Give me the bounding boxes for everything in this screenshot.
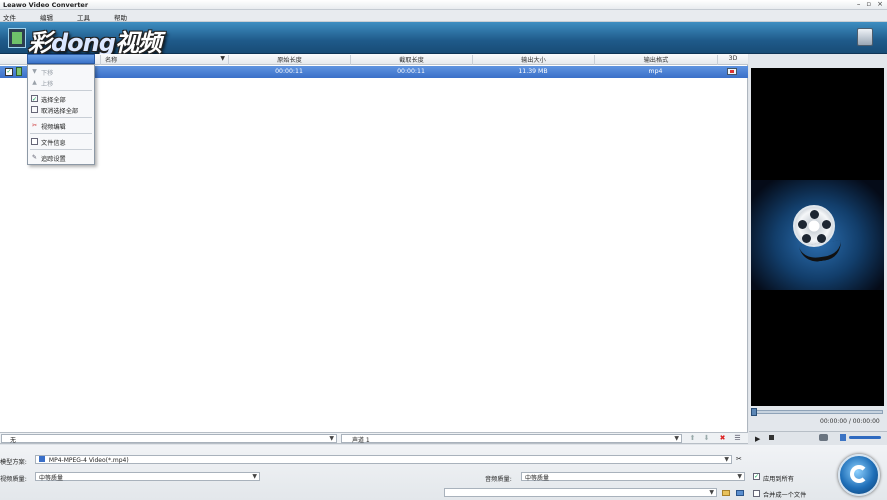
title-bar: Leawo Video Converter – ▫ × bbox=[0, 0, 887, 10]
wrench-icon: ✎ bbox=[31, 154, 38, 161]
volume-icon[interactable] bbox=[840, 434, 846, 441]
film-reel-icon bbox=[793, 205, 835, 247]
row-checkbox[interactable]: ✓ bbox=[5, 68, 13, 76]
video-file-icon bbox=[16, 67, 22, 76]
delete-icon[interactable]: ✖ bbox=[718, 434, 727, 443]
app-title: Leawo Video Converter bbox=[3, 1, 89, 9]
column-headers: 名称 ▼ 原始长度 截取长度 输出大小 输出格式 3D bbox=[0, 54, 748, 65]
menu-separator bbox=[30, 149, 92, 150]
merge-checkbox[interactable] bbox=[753, 490, 760, 497]
move-down-icon[interactable]: ⬇ bbox=[702, 434, 711, 443]
seek-bar[interactable] bbox=[752, 410, 883, 414]
chevron-down-icon: ▼ bbox=[252, 473, 257, 480]
list-icon[interactable]: ☰ bbox=[733, 434, 742, 443]
uncheck-icon bbox=[31, 106, 38, 113]
audio-quality-select[interactable]: 中等质量 ▼ bbox=[521, 472, 745, 482]
snapshot-icon[interactable] bbox=[819, 434, 828, 441]
audio-track-select[interactable]: 声道 1 ▼ bbox=[341, 434, 682, 444]
menu-tools[interactable]: 工具 bbox=[74, 10, 99, 22]
chevron-down-icon: ▼ bbox=[737, 473, 742, 480]
convert-arrow-icon bbox=[850, 465, 868, 483]
file-info-icon bbox=[31, 138, 38, 145]
chevron-down-icon: ▼ bbox=[674, 435, 679, 442]
arrow-up-icon: ▲ bbox=[32, 79, 37, 86]
chevron-down-icon: ▼ bbox=[709, 489, 714, 496]
track-bar: 无 ▼ 声道 1 ▼ ⬆ ⬇ ✖ ☰ bbox=[0, 432, 748, 444]
seek-handle[interactable] bbox=[751, 408, 757, 416]
cell-original-length: 00:00:11 bbox=[275, 68, 303, 75]
watermark-logo: 彩dong视频 bbox=[28, 29, 162, 57]
profile-label: 模型方案: bbox=[0, 459, 27, 466]
menu-item-deselect-all[interactable]: 取消选择全部 bbox=[28, 104, 94, 115]
menu-item-move-up[interactable]: ▲ 上移 bbox=[28, 77, 94, 88]
audio-quality-label: 音频质量: bbox=[485, 476, 512, 483]
menu-separator bbox=[30, 117, 92, 118]
close-button[interactable]: × bbox=[877, 0, 883, 8]
menu-item-video-edit[interactable]: ✂ 视频编辑 bbox=[28, 120, 94, 131]
merge-label: 合并成一个文件 bbox=[763, 492, 807, 499]
context-menu-header bbox=[27, 54, 95, 64]
menu-separator bbox=[30, 133, 92, 134]
output-settings: 模型方案: MP4-MPEG-4 Video(*.mp4) ▼ ✂ 视频质量: … bbox=[0, 445, 887, 500]
video-quality-label: 视频质量: bbox=[0, 476, 27, 483]
restore-button[interactable]: ▫ bbox=[866, 0, 871, 8]
menu-item-file-info[interactable]: 文件信息 bbox=[28, 136, 94, 147]
header-3d[interactable]: 3D bbox=[717, 55, 748, 65]
scissors-icon: ✂ bbox=[31, 122, 38, 129]
table-row[interactable]: ✓ 00:00:11 00:00:11 11.39 MB mp4 bbox=[0, 66, 748, 78]
time-readout: 00:00:00 / 00:00:00 bbox=[820, 418, 880, 425]
video-quality-select[interactable]: 中等质量 ▼ bbox=[35, 472, 260, 482]
cell-clip-length: 00:00:11 bbox=[397, 68, 425, 75]
apply-to-all-label: 应用到所有 bbox=[763, 476, 794, 483]
header-name[interactable]: 名称 ▼ bbox=[100, 55, 228, 65]
menu-item-move-down[interactable]: ▼ 下移 bbox=[28, 66, 94, 77]
menu-bar: 文件 编辑 工具 帮助 bbox=[0, 10, 887, 22]
chevron-down-icon: ▼ bbox=[724, 456, 729, 463]
play-icon[interactable]: ▶ bbox=[755, 435, 760, 443]
device-icon[interactable] bbox=[857, 28, 873, 46]
window-controls: – ▫ × bbox=[857, 0, 883, 8]
apply-to-all-checkbox[interactable]: ✓ bbox=[753, 473, 760, 480]
header-output-format[interactable]: 输出格式 bbox=[594, 55, 717, 65]
add-video-icon[interactable] bbox=[8, 28, 26, 48]
subtitle-select[interactable]: 无 ▼ bbox=[1, 434, 337, 444]
menu-item-tracking-settings[interactable]: ✎ 追踪设置 bbox=[28, 152, 94, 163]
output-folder-field[interactable]: ▼ bbox=[444, 488, 717, 497]
toolbar: 彩dong视频 bbox=[0, 22, 887, 57]
playback-controls: ▶ bbox=[749, 431, 887, 445]
menu-help[interactable]: 帮助 bbox=[111, 10, 136, 22]
menu-item-select-all[interactable]: ✓ 选择全部 bbox=[28, 93, 94, 104]
minimize-button[interactable]: – bbox=[857, 0, 861, 8]
menu-file[interactable]: 文件 bbox=[0, 10, 25, 22]
check-icon: ✓ bbox=[31, 95, 38, 103]
profile-select[interactable]: MP4-MPEG-4 Video(*.mp4) ▼ bbox=[35, 455, 732, 464]
context-menu: ▼ 下移 ▲ 上移 ✓ 选择全部 取消选择全部 ✂ 视频编辑 文件信息 ✎ 追踪… bbox=[27, 64, 95, 165]
cell-output-size: 11.39 MB bbox=[518, 68, 548, 75]
chevron-down-icon: ▼ bbox=[220, 55, 225, 62]
3d-icon[interactable] bbox=[727, 68, 737, 75]
header-original-length[interactable]: 原始长度 bbox=[228, 55, 350, 65]
header-clip-length[interactable]: 截取长度 bbox=[350, 55, 472, 65]
move-up-icon[interactable]: ⬆ bbox=[688, 434, 697, 443]
profile-settings-icon[interactable]: ✂ bbox=[736, 455, 742, 463]
stop-icon[interactable] bbox=[769, 435, 774, 440]
file-list: 名称 ▼ 原始长度 截取长度 输出大小 输出格式 3D ✓ 00:00:11 0… bbox=[0, 54, 748, 432]
menu-separator bbox=[30, 90, 92, 91]
convert-button[interactable] bbox=[838, 454, 880, 496]
arrow-down-icon: ▼ bbox=[32, 68, 37, 75]
header-output-size[interactable]: 输出大小 bbox=[472, 55, 594, 65]
cell-output-format: mp4 bbox=[648, 68, 663, 75]
open-folder-icon[interactable] bbox=[736, 490, 744, 496]
volume-slider[interactable] bbox=[849, 436, 881, 439]
folder-icon[interactable] bbox=[722, 490, 730, 496]
menu-edit[interactable]: 编辑 bbox=[37, 10, 62, 22]
chevron-down-icon: ▼ bbox=[329, 435, 334, 442]
mp4-icon bbox=[39, 456, 45, 462]
